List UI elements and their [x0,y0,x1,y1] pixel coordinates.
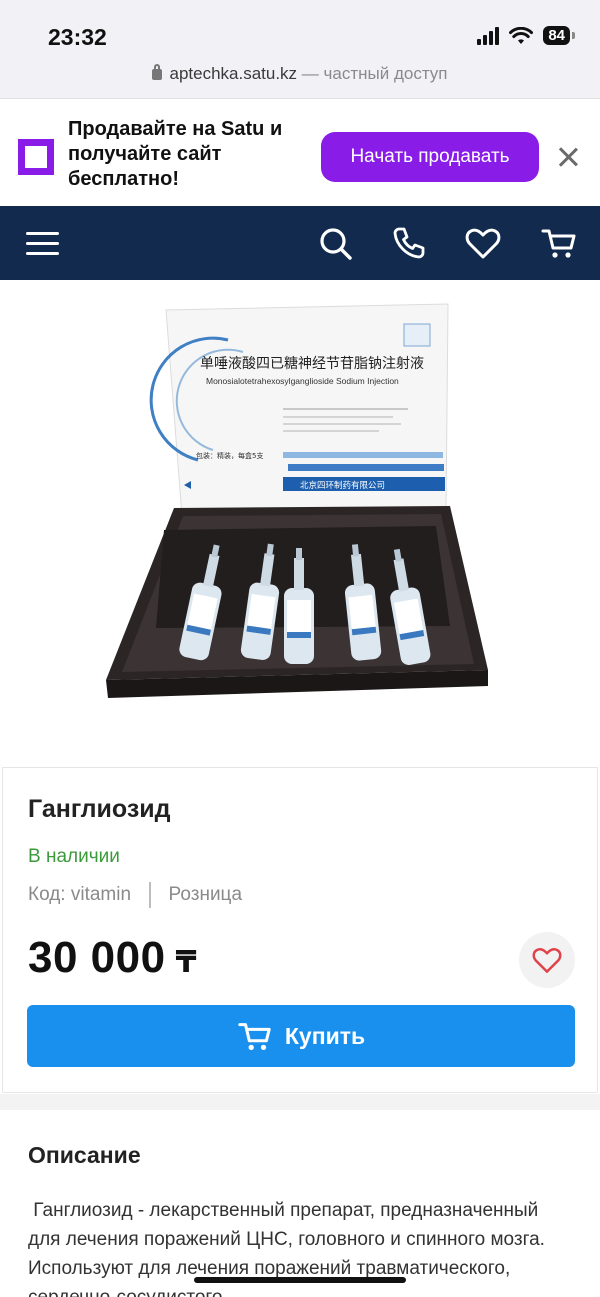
heart-icon [532,948,562,973]
box-package-cn: 包装：精装，每盒5支 [196,451,263,460]
product-price: 30 000 ₸ [28,933,197,983]
product-image[interactable]: 单唾液酸四已糖神经节苷脂钠注射液 Monosialotetrahexosylga… [78,280,522,765]
start-selling-button[interactable]: Начать продавать [321,132,539,182]
promo-banner: Продавайте на Satu и получайте сайт бесп… [0,98,600,206]
url-private-note: — частный доступ [301,64,448,83]
cart-icon [238,1023,271,1051]
add-to-favorites-button[interactable] [519,932,575,988]
price-currency: ₸ [175,946,197,979]
search-icon[interactable] [316,224,354,262]
product-title: Ганглиозид [28,795,171,823]
wifi-icon [509,26,534,44]
promo-text: Продавайте на Satu и получайте сайт бесп… [68,118,283,190]
close-icon[interactable] [556,145,580,169]
favorites-heart-icon[interactable] [464,224,502,262]
box-manufacturer-cn: 北京四环制药有限公司 [300,480,385,491]
section-divider [0,1094,600,1110]
status-bar: 23:32 84 aptechka.satu.kz — частный дост… [0,0,600,98]
description-heading: Описание [28,1142,141,1168]
url-text: aptechka.satu.kz [169,64,298,83]
product-code: Код: vitamin [28,884,132,905]
product-meta: Код: vitamin Розница [28,882,242,908]
description-section: Описание Ганглиозид - лекарственный преп… [0,1110,600,1297]
lock-icon [152,64,163,80]
buy-button[interactable]: Купить [27,1005,575,1067]
price-value: 30 000 [28,933,166,982]
status-time: 23:32 [48,24,107,50]
address-bar[interactable]: aptechka.satu.kz — частный доступ [0,64,600,84]
phone-icon[interactable] [390,224,428,262]
top-nav [0,206,600,280]
stock-status: В наличии [28,846,120,867]
home-indicator [194,1277,406,1283]
box-title-cn: 单唾液酸四已糖神经节苷脂钠注射液 [200,356,424,372]
menu-icon[interactable] [26,224,64,262]
sale-type: Розница [168,884,243,905]
medicine-box: 单唾液酸四已糖神经节苷脂钠注射液 Monosialotetrahexosylga… [149,303,449,517]
satu-logo-icon [18,139,54,175]
product-info-card: Ганглиозид В наличии Код: vitamin Розниц… [2,767,598,1093]
cellular-signal-icon [477,26,500,45]
battery-indicator: 84 [543,26,575,45]
cart-icon[interactable] [540,224,578,262]
status-icons: 84 [477,26,575,45]
buy-button-label: Купить [284,1022,366,1049]
box-title-en: Monosialotetrahexosylganglioside Sodium … [206,376,399,386]
meta-divider [149,882,151,908]
